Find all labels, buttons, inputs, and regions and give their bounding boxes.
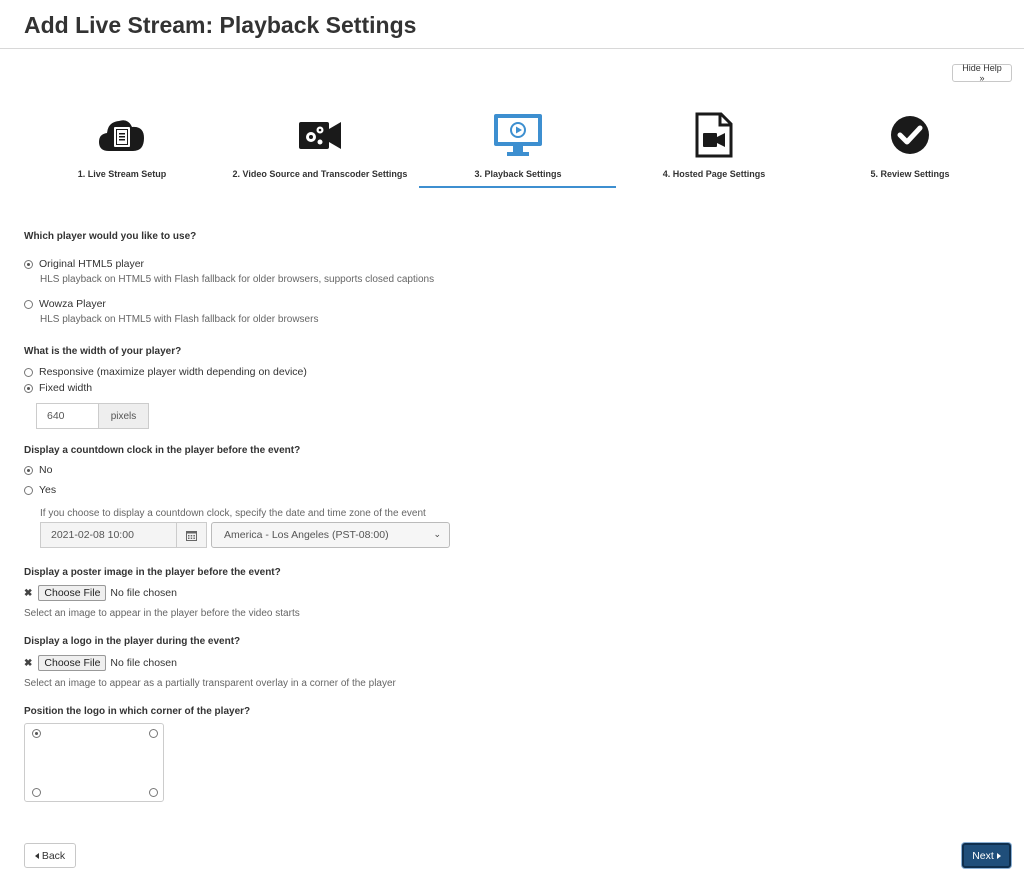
radio-button[interactable] xyxy=(24,485,33,495)
position-question: Position the logo in which corner of the… xyxy=(24,706,251,717)
cloud-document-icon xyxy=(24,112,220,158)
checkmark-circle-icon xyxy=(812,112,1008,158)
monitor-play-icon xyxy=(420,112,616,158)
poster-choose-file-button[interactable]: Choose File xyxy=(38,585,107,601)
option-label: Original HTML5 player xyxy=(39,258,145,270)
chevron-down-icon: ⌄ xyxy=(433,529,441,539)
option-description: HLS playback on HTML5 with Flash fallbac… xyxy=(40,314,319,325)
player-option-wowza[interactable]: Wowza Player xyxy=(24,298,106,310)
countdown-option-yes[interactable]: Yes xyxy=(24,484,56,496)
logo-choose-file-button[interactable]: Choose File xyxy=(38,655,107,671)
option-label: Wowza Player xyxy=(39,298,106,310)
step-video-source[interactable]: 2. Video Source and Transcoder Settings xyxy=(222,112,418,180)
player-option-html5[interactable]: Original HTML5 player xyxy=(24,258,144,270)
next-button[interactable]: Next xyxy=(962,843,1011,868)
video-camera-gear-icon xyxy=(222,112,418,158)
poster-file-status: No file chosen xyxy=(110,587,177,599)
width-question: What is the width of your player? xyxy=(24,346,182,357)
position-bottom-left-radio[interactable] xyxy=(32,788,41,797)
step-review-settings[interactable]: 5. Review Settings xyxy=(812,112,1008,180)
step-label: 2. Video Source and Transcoder Settings xyxy=(232,169,408,179)
back-label: Back xyxy=(41,849,66,862)
width-option-fixed[interactable]: Fixed width xyxy=(24,382,92,394)
countdown-date-group: 2021-02-08 10:00 xyxy=(40,522,207,548)
page-title: Add Live Stream: Playback Settings xyxy=(24,12,417,38)
timezone-select[interactable]: America - Los Angeles (PST-08:00) ⌄ xyxy=(211,522,450,548)
option-description: HLS playback on HTML5 with Flash fallbac… xyxy=(40,274,435,285)
width-option-responsive[interactable]: Responsive (maximize player width depend… xyxy=(24,366,307,378)
step-label: 1. Live Stream Setup xyxy=(77,169,167,179)
clear-icon[interactable]: ✖ xyxy=(24,658,32,669)
logo-file-status: No file chosen xyxy=(110,657,177,669)
position-top-left-radio[interactable] xyxy=(32,729,41,738)
radio-button[interactable] xyxy=(24,465,33,475)
poster-help: Select an image to appear in the player … xyxy=(24,608,300,619)
option-label: Yes xyxy=(39,484,57,496)
video-file-icon xyxy=(616,112,812,158)
logo-file-row: ✖ Choose File No file chosen xyxy=(24,655,177,671)
active-step-indicator xyxy=(419,186,616,188)
option-label: Fixed width xyxy=(39,382,93,394)
calendar-icon[interactable] xyxy=(177,522,207,548)
position-bottom-right-radio[interactable] xyxy=(149,788,158,797)
caret-right-icon xyxy=(996,852,1001,859)
radio-button[interactable] xyxy=(24,383,33,393)
radio-button[interactable] xyxy=(24,259,33,269)
logo-position-picker xyxy=(24,723,164,802)
width-unit: pixels xyxy=(99,403,149,429)
step-label: 3. Playback Settings xyxy=(474,169,562,179)
radio-button[interactable] xyxy=(24,299,33,309)
timezone-value: America - Los Angeles (PST-08:00) xyxy=(224,529,389,541)
next-label: Next xyxy=(972,849,994,862)
option-label: No xyxy=(39,464,53,476)
caret-left-icon xyxy=(34,852,39,859)
poster-question: Display a poster image in the player bef… xyxy=(24,567,281,578)
player-question: Which player would you like to use? xyxy=(24,231,197,242)
radio-button[interactable] xyxy=(24,367,33,377)
width-input-group: 640 pixels xyxy=(36,403,149,429)
step-hosted-page[interactable]: 4. Hosted Page Settings xyxy=(616,112,812,180)
step-playback-settings[interactable]: 3. Playback Settings xyxy=(420,112,616,180)
countdown-date-input[interactable]: 2021-02-08 10:00 xyxy=(40,522,177,548)
width-input[interactable]: 640 xyxy=(36,403,99,429)
logo-question: Display a logo in the player during the … xyxy=(24,636,241,647)
position-top-right-radio[interactable] xyxy=(149,729,158,738)
step-label: 4. Hosted Page Settings xyxy=(662,169,766,179)
logo-help: Select an image to appear as a partially… xyxy=(24,678,396,689)
back-button[interactable]: Back xyxy=(24,843,76,868)
poster-file-row: ✖ Choose File No file chosen xyxy=(24,585,177,601)
countdown-question: Display a countdown clock in the player … xyxy=(24,445,301,456)
step-live-stream-setup[interactable]: 1. Live Stream Setup xyxy=(24,112,220,180)
title-divider xyxy=(0,48,1024,49)
clear-icon[interactable]: ✖ xyxy=(24,588,32,599)
option-label: Responsive (maximize player width depend… xyxy=(39,366,307,378)
countdown-help: If you choose to display a countdown clo… xyxy=(40,508,426,519)
countdown-option-no[interactable]: No xyxy=(24,464,52,476)
step-label: 5. Review Settings xyxy=(870,169,950,179)
hide-help-button[interactable]: Hide Help » xyxy=(952,63,1012,83)
